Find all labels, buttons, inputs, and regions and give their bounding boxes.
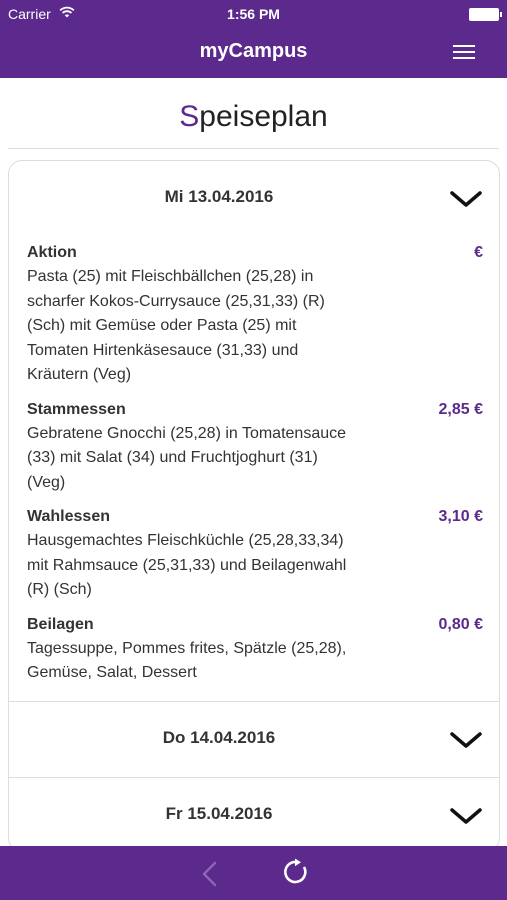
status-bar: Carrier 1:56 PM xyxy=(0,0,507,28)
app-header: Carrier 1:56 PM myCampus xyxy=(0,0,507,78)
meal-name: Aktion xyxy=(27,244,77,261)
hamburger-menu-icon[interactable] xyxy=(453,42,477,60)
day-header-fr[interactable]: Fr 15.04.2016 xyxy=(9,778,499,851)
meal-description: Gebratene Gnocchi (25,28) in Tomatensauc… xyxy=(27,424,347,491)
meal-name: Wahlessen xyxy=(27,508,110,525)
battery-icon xyxy=(469,8,502,21)
refresh-icon[interactable] xyxy=(282,858,310,886)
day-header-do[interactable]: Do 14.04.2016 xyxy=(9,702,499,777)
status-time: 1:56 PM xyxy=(227,6,280,22)
meal-list: Aktion € Pasta (25) mit Fleischbällchen … xyxy=(9,233,499,686)
meal-name: Stammessen xyxy=(27,400,126,418)
day-label: Fr 15.04.2016 xyxy=(165,804,273,823)
title-divider xyxy=(8,148,499,149)
meal-price: 0,80 € xyxy=(438,615,483,633)
meal-name: Beilagen xyxy=(27,615,94,633)
chevron-down-icon[interactable] xyxy=(449,189,483,209)
meal-description: Tagessuppe, Pommes frites, Spätzle (25,2… xyxy=(27,639,347,682)
day-label: Do 14.04.2016 xyxy=(162,728,276,747)
meal-item-stammessen: Stammessen 2,85 € Gebratene Gnocchi (25,… xyxy=(27,398,483,496)
day-header-mi[interactable]: Mi 13.04.2016 xyxy=(9,161,499,233)
bottom-toolbar xyxy=(0,846,507,900)
page-title-initial: S xyxy=(179,100,200,133)
meal-item-aktion: Aktion € Pasta (25) mit Fleischbällchen … xyxy=(27,241,483,388)
chevron-left-icon[interactable] xyxy=(200,861,220,887)
meal-description: Pasta (25) mit Fleischbällchen (25,28) i… xyxy=(27,268,325,383)
day-label: Mi 13.04.2016 xyxy=(164,187,274,206)
menu-accordion: Mi 13.04.2016 Aktion € Pasta (25) mit Fl… xyxy=(8,160,500,852)
page-title: Speiseplan xyxy=(0,100,507,134)
chevron-down-icon[interactable] xyxy=(449,730,483,750)
meal-item-beilagen: Beilagen 0,80 € Tagessuppe, Pommes frite… xyxy=(27,613,483,686)
meal-description: Hausgemachtes Fleischküchle (25,28,33,34… xyxy=(27,532,347,598)
meal-item-wahlessen: Wahlessen 3,10 € Hausgemachtes Fleischkü… xyxy=(27,505,483,603)
app-title: myCampus xyxy=(199,40,308,62)
meal-price: 2,85 € xyxy=(438,400,483,418)
meal-price: € xyxy=(474,244,483,261)
page-title-rest: peiseplan xyxy=(199,100,328,133)
chevron-down-icon[interactable] xyxy=(449,806,483,826)
meal-price: 3,10 € xyxy=(438,508,483,525)
